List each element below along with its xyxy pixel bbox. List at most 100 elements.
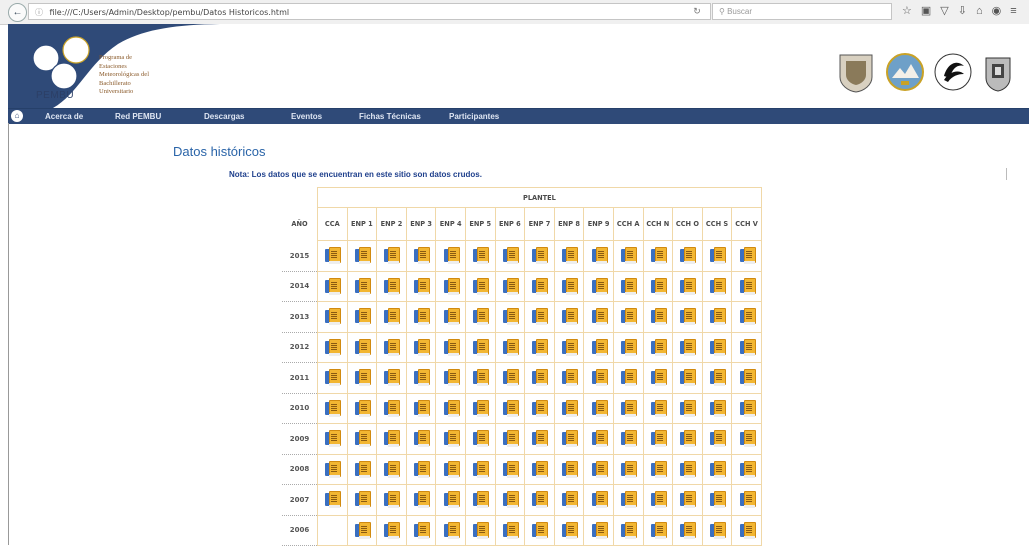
spreadsheet-download-icon[interactable]: [709, 308, 727, 326]
spreadsheet-download-icon[interactable]: [679, 338, 697, 356]
spreadsheet-download-icon[interactable]: [354, 399, 371, 417]
home-icon[interactable]: ⌂: [11, 110, 23, 122]
spreadsheet-download-icon[interactable]: [591, 338, 608, 356]
spreadsheet-download-icon[interactable]: [383, 460, 401, 478]
spreadsheet-download-icon[interactable]: [561, 277, 579, 295]
spreadsheet-download-icon[interactable]: [679, 277, 697, 295]
spreadsheet-download-icon[interactable]: [443, 247, 460, 265]
back-arrow-icon[interactable]: ←: [8, 3, 27, 22]
spreadsheet-download-icon[interactable]: [739, 491, 756, 509]
spreadsheet-download-icon[interactable]: [354, 308, 371, 326]
spreadsheet-download-icon[interactable]: [324, 247, 342, 265]
spreadsheet-download-icon[interactable]: [383, 430, 401, 448]
spreadsheet-download-icon[interactable]: [383, 338, 401, 356]
spreadsheet-download-icon[interactable]: [354, 277, 371, 295]
spreadsheet-download-icon[interactable]: [443, 460, 460, 478]
spreadsheet-download-icon[interactable]: [591, 521, 608, 539]
spreadsheet-download-icon[interactable]: [561, 399, 579, 417]
spreadsheet-download-icon[interactable]: [413, 460, 431, 478]
spreadsheet-download-icon[interactable]: [502, 247, 519, 265]
spreadsheet-download-icon[interactable]: [443, 521, 460, 539]
spreadsheet-download-icon[interactable]: [739, 247, 756, 265]
spreadsheet-download-icon[interactable]: [650, 338, 667, 356]
spreadsheet-download-icon[interactable]: [591, 491, 608, 509]
spreadsheet-download-icon[interactable]: [620, 338, 638, 356]
spreadsheet-download-icon[interactable]: [354, 460, 371, 478]
spreadsheet-download-icon[interactable]: [472, 308, 490, 326]
spreadsheet-download-icon[interactable]: [561, 338, 579, 356]
spreadsheet-download-icon[interactable]: [472, 247, 490, 265]
spreadsheet-download-icon[interactable]: [739, 521, 756, 539]
spreadsheet-download-icon[interactable]: [531, 460, 549, 478]
spreadsheet-download-icon[interactable]: [324, 338, 342, 356]
spreadsheet-download-icon[interactable]: [650, 369, 667, 387]
spreadsheet-download-icon[interactable]: [354, 247, 371, 265]
spreadsheet-download-icon[interactable]: [531, 277, 549, 295]
spreadsheet-download-icon[interactable]: [443, 277, 460, 295]
spreadsheet-download-icon[interactable]: [413, 338, 431, 356]
spreadsheet-download-icon[interactable]: [591, 369, 608, 387]
spreadsheet-download-icon[interactable]: [413, 277, 431, 295]
spreadsheet-download-icon[interactable]: [502, 491, 519, 509]
spreadsheet-download-icon[interactable]: [413, 399, 431, 417]
spreadsheet-download-icon[interactable]: [531, 308, 549, 326]
spreadsheet-download-icon[interactable]: [502, 308, 519, 326]
spreadsheet-download-icon[interactable]: [561, 369, 579, 387]
spreadsheet-download-icon[interactable]: [709, 369, 727, 387]
spreadsheet-download-icon[interactable]: [561, 460, 579, 478]
spreadsheet-download-icon[interactable]: [739, 308, 756, 326]
spreadsheet-download-icon[interactable]: [650, 277, 667, 295]
spreadsheet-download-icon[interactable]: [413, 491, 431, 509]
spreadsheet-download-icon[interactable]: [561, 247, 579, 265]
spreadsheet-download-icon[interactable]: [531, 430, 549, 448]
spreadsheet-download-icon[interactable]: [472, 338, 490, 356]
spreadsheet-download-icon[interactable]: [324, 430, 342, 448]
nav-item-acerca-de[interactable]: Acerca de: [45, 109, 83, 124]
spreadsheet-download-icon[interactable]: [679, 521, 697, 539]
spreadsheet-download-icon[interactable]: [472, 277, 490, 295]
nav-item-eventos[interactable]: Eventos: [291, 109, 322, 124]
spreadsheet-download-icon[interactable]: [413, 521, 431, 539]
spreadsheet-download-icon[interactable]: [561, 430, 579, 448]
download-icon[interactable]: ⇩: [958, 3, 967, 20]
spreadsheet-download-icon[interactable]: [383, 247, 401, 265]
spreadsheet-download-icon[interactable]: [531, 369, 549, 387]
spreadsheet-download-icon[interactable]: [531, 338, 549, 356]
spreadsheet-download-icon[interactable]: [443, 369, 460, 387]
spreadsheet-download-icon[interactable]: [620, 399, 638, 417]
spreadsheet-download-icon[interactable]: [443, 430, 460, 448]
spreadsheet-download-icon[interactable]: [679, 491, 697, 509]
info-icon[interactable]: ⓘ: [35, 8, 43, 17]
spreadsheet-download-icon[interactable]: [591, 247, 608, 265]
spreadsheet-download-icon[interactable]: [650, 247, 667, 265]
spreadsheet-download-icon[interactable]: [739, 369, 756, 387]
spreadsheet-download-icon[interactable]: [413, 308, 431, 326]
spreadsheet-download-icon[interactable]: [679, 430, 697, 448]
spreadsheet-download-icon[interactable]: [591, 277, 608, 295]
spreadsheet-download-icon[interactable]: [472, 460, 490, 478]
spreadsheet-download-icon[interactable]: [650, 521, 667, 539]
spreadsheet-download-icon[interactable]: [443, 491, 460, 509]
spreadsheet-download-icon[interactable]: [324, 369, 342, 387]
spreadsheet-download-icon[interactable]: [354, 338, 371, 356]
spreadsheet-download-icon[interactable]: [679, 247, 697, 265]
reading-list-icon[interactable]: ▣: [921, 3, 931, 20]
spreadsheet-download-icon[interactable]: [531, 399, 549, 417]
spreadsheet-download-icon[interactable]: [650, 399, 667, 417]
spreadsheet-download-icon[interactable]: [709, 247, 727, 265]
spreadsheet-download-icon[interactable]: [502, 430, 519, 448]
spreadsheet-download-icon[interactable]: [591, 460, 608, 478]
spreadsheet-download-icon[interactable]: [324, 308, 342, 326]
spreadsheet-download-icon[interactable]: [502, 399, 519, 417]
spreadsheet-download-icon[interactable]: [709, 491, 727, 509]
spreadsheet-download-icon[interactable]: [679, 399, 697, 417]
spreadsheet-download-icon[interactable]: [531, 521, 549, 539]
spreadsheet-download-icon[interactable]: [502, 369, 519, 387]
spreadsheet-download-icon[interactable]: [413, 247, 431, 265]
spreadsheet-download-icon[interactable]: [383, 369, 401, 387]
spreadsheet-download-icon[interactable]: [591, 399, 608, 417]
spreadsheet-download-icon[interactable]: [709, 521, 727, 539]
spreadsheet-download-icon[interactable]: [443, 399, 460, 417]
spreadsheet-download-icon[interactable]: [443, 338, 460, 356]
spreadsheet-download-icon[interactable]: [472, 521, 490, 539]
